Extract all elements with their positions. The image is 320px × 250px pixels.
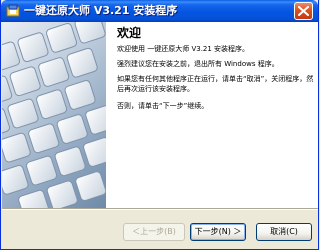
back-button[interactable]: ＜上一步(B) bbox=[123, 223, 185, 241]
close-button[interactable] bbox=[294, 2, 313, 20]
close-icon bbox=[298, 6, 309, 16]
page-heading: 欢迎 bbox=[117, 26, 142, 40]
button-separator bbox=[2, 208, 318, 210]
welcome-paragraph: 欢迎使用 一键还原大师 V3.21 安装程序。 bbox=[117, 45, 250, 53]
keyboard-illustration bbox=[2, 22, 106, 208]
installer-icon bbox=[6, 4, 20, 17]
next-button[interactable]: 下一步(N) ＞ bbox=[190, 223, 246, 241]
welcome-banner-image bbox=[2, 22, 106, 208]
title-bar[interactable]: 一键还原大师 V3.21 安装程序 bbox=[1, 0, 318, 22]
running-programs-paragraph: 如果您有任何其他程序正在运行，请单击“取消”，关闭程序，然后再次运行该安装程序。 bbox=[117, 75, 314, 93]
installer-window: 一键还原大师 V3.21 安装程序 欢迎 欢迎使用 一键还原大师 V3.21 安… bbox=[0, 0, 319, 250]
window-title: 一键还原大师 V3.21 安装程序 bbox=[24, 4, 178, 17]
continue-paragraph: 否则，请单击“下一步”继续。 bbox=[117, 102, 209, 110]
cancel-button[interactable]: 取消(C) bbox=[256, 223, 312, 241]
welcome-content: 欢迎 欢迎使用 一键还原大师 V3.21 安装程序。 强烈建议您在安装之前，退出… bbox=[106, 22, 318, 208]
close-programs-paragraph: 强烈建议您在安装之前，退出所有 Windows 程序。 bbox=[117, 60, 279, 68]
